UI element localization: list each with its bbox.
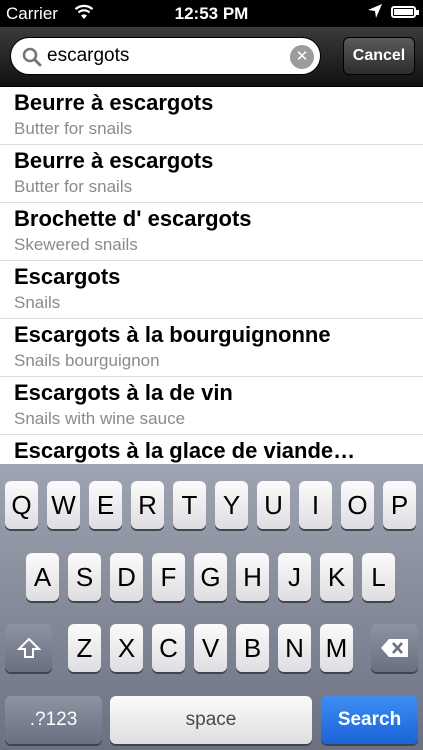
search-key[interactable]: Search	[321, 696, 418, 744]
key-l[interactable]: L	[362, 553, 395, 601]
location-icon	[367, 3, 383, 24]
item-subtitle: Butter for snails	[14, 177, 133, 196]
magnifier-icon	[22, 47, 42, 72]
item-title: Beurre à escargots	[14, 148, 214, 173]
item-subtitle: Snails with wine sauce	[14, 409, 186, 428]
key-p[interactable]: P	[383, 481, 416, 529]
key-y[interactable]: Y	[215, 481, 248, 529]
item-title: Escargots à la glace de viande…	[14, 438, 356, 463]
cancel-button[interactable]: Cancel	[343, 37, 415, 75]
key-e[interactable]: E	[89, 481, 122, 529]
list-item[interactable]: Escargots à la bourguignonne Snails bour…	[0, 319, 423, 377]
key-w[interactable]: W	[47, 481, 80, 529]
item-title: Escargots à la de vin	[14, 380, 233, 405]
key-r[interactable]: R	[131, 481, 164, 529]
list-item[interactable]: Escargots à la de vin Snails with wine s…	[0, 377, 423, 435]
key-c[interactable]: C	[152, 624, 185, 672]
backspace-key[interactable]	[371, 624, 418, 672]
list-item[interactable]: Beurre à escargots Butter for snails	[0, 87, 423, 145]
key-b[interactable]: B	[236, 624, 269, 672]
key-o[interactable]: O	[341, 481, 374, 529]
key-u[interactable]: U	[257, 481, 290, 529]
shift-icon	[16, 637, 41, 658]
key-s[interactable]: S	[68, 553, 101, 601]
item-subtitle: Snails bourguignon	[14, 351, 160, 370]
results-list: Beurre à escargots Butter for snails Beu…	[0, 87, 423, 464]
status-bar: Carrier 12:53 PM	[0, 0, 423, 27]
battery-icon	[391, 6, 419, 18]
key-q[interactable]: Q	[5, 481, 38, 529]
key-t[interactable]: T	[173, 481, 206, 529]
shift-key[interactable]	[5, 624, 52, 672]
key-k[interactable]: K	[320, 553, 353, 601]
clock: 12:53 PM	[174, 4, 249, 23]
item-title: Brochette d' escargots	[14, 206, 252, 231]
item-subtitle: Butter for snails	[14, 119, 133, 138]
numbers-key[interactable]: .?123	[5, 696, 102, 744]
space-key[interactable]: space	[110, 696, 312, 744]
key-f[interactable]: F	[152, 553, 185, 601]
key-v[interactable]: V	[194, 624, 227, 672]
search-bar: ✕ Cancel	[0, 27, 423, 87]
item-title: Beurre à escargots	[14, 90, 214, 115]
item-subtitle: Skewered snails	[14, 235, 138, 254]
item-subtitle: Snails	[14, 293, 61, 312]
backspace-icon	[380, 637, 410, 658]
key-m[interactable]: M	[320, 624, 353, 672]
clear-icon[interactable]: ✕	[290, 45, 314, 69]
key-a[interactable]: A	[26, 553, 59, 601]
keyboard: Q W E R T Y U I O P A S D F G H J K L Z …	[0, 464, 423, 750]
search-field[interactable]: ✕	[10, 37, 321, 75]
key-n[interactable]: N	[278, 624, 311, 672]
key-d[interactable]: D	[110, 553, 143, 601]
item-title: Escargots à la bourguignonne	[14, 322, 331, 347]
list-item[interactable]: Escargots à la glace de viande…	[0, 435, 423, 464]
key-i[interactable]: I	[299, 481, 332, 529]
key-j[interactable]: J	[278, 553, 311, 601]
key-x[interactable]: X	[110, 624, 143, 672]
key-z[interactable]: Z	[68, 624, 101, 672]
search-input[interactable]	[47, 42, 287, 70]
item-title: Escargots	[14, 264, 121, 289]
list-item[interactable]: Beurre à escargots Butter for snails	[0, 145, 423, 203]
key-g[interactable]: G	[194, 553, 227, 601]
list-item[interactable]: Brochette d' escargots Skewered snails	[0, 203, 423, 261]
key-h[interactable]: H	[236, 553, 269, 601]
list-item[interactable]: Escargots Snails	[0, 261, 423, 319]
